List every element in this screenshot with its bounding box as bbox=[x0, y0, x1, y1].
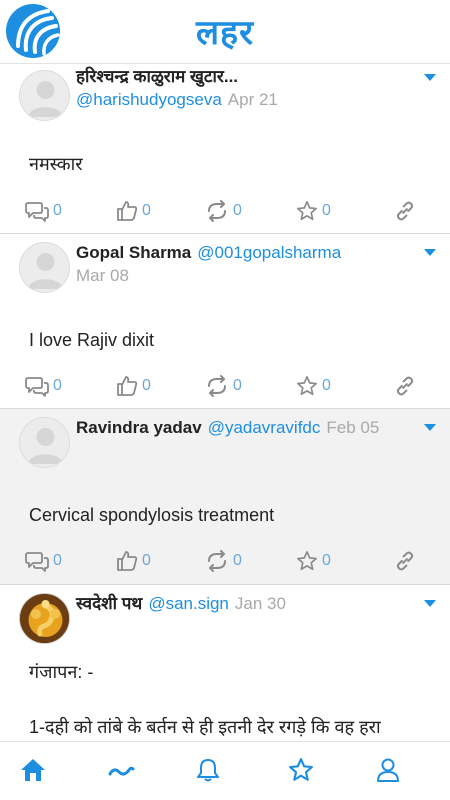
share-link-button[interactable] bbox=[394, 548, 416, 574]
comment-icon bbox=[25, 552, 49, 572]
comment-button[interactable]: 0 bbox=[25, 373, 62, 399]
repost-button[interactable]: 0 bbox=[205, 373, 242, 399]
nav-profile[interactable] bbox=[368, 752, 408, 788]
ganesha-avatar-icon bbox=[20, 594, 69, 643]
like-button[interactable]: 0 bbox=[116, 548, 151, 574]
top-header: लहर bbox=[0, 0, 450, 64]
nav-favorites[interactable] bbox=[281, 752, 321, 788]
thumbs-up-icon bbox=[117, 376, 138, 396]
link-icon bbox=[396, 376, 414, 396]
share-link-button[interactable] bbox=[394, 373, 416, 399]
star-icon bbox=[297, 201, 317, 221]
nav-notifications[interactable] bbox=[188, 752, 228, 788]
post-actions: 0 0 0 0 bbox=[0, 548, 450, 574]
like-count: 0 bbox=[142, 377, 151, 394]
avatar[interactable] bbox=[19, 242, 70, 293]
star-icon bbox=[289, 758, 313, 781]
star-count: 0 bbox=[322, 377, 331, 394]
post-text: नमस्कार bbox=[29, 154, 83, 174]
comment-icon bbox=[25, 377, 49, 397]
default-avatar-icon bbox=[28, 253, 63, 289]
post-menu-chevron-down-icon[interactable] bbox=[424, 249, 436, 256]
post-menu-chevron-down-icon[interactable] bbox=[424, 74, 436, 81]
star-count: 0 bbox=[322, 202, 331, 219]
post-date: Mar 08 bbox=[76, 266, 129, 285]
share-link-button[interactable] bbox=[394, 198, 416, 224]
repost-icon bbox=[208, 550, 226, 572]
author-handle[interactable]: @001gopalsharma bbox=[197, 243, 341, 262]
star-icon bbox=[297, 551, 317, 571]
post-actions: 0 0 0 0 bbox=[0, 373, 450, 399]
comment-count: 0 bbox=[53, 377, 62, 394]
post-menu-chevron-down-icon[interactable] bbox=[424, 600, 436, 607]
comment-count: 0 bbox=[53, 552, 62, 569]
post-date: Jan 30 bbox=[234, 594, 286, 613]
like-button[interactable]: 0 bbox=[116, 373, 151, 399]
avatar[interactable] bbox=[19, 593, 70, 644]
favorite-button[interactable]: 0 bbox=[296, 373, 331, 399]
like-count: 0 bbox=[142, 202, 151, 219]
post-card[interactable]: Ravindra yadav @yadavravifdc Feb 05 Cervic… bbox=[0, 409, 450, 585]
repost-button[interactable]: 0 bbox=[205, 198, 242, 224]
star-count: 0 bbox=[322, 552, 331, 569]
like-count: 0 bbox=[142, 552, 151, 569]
post-date: Apr 21 bbox=[227, 90, 278, 109]
comment-count: 0 bbox=[53, 202, 62, 219]
post-date: Feb 05 bbox=[326, 418, 380, 437]
post-meta: Ravindra yadav @yadavravifdc Feb 05 bbox=[76, 417, 414, 440]
like-button[interactable]: 0 bbox=[116, 198, 151, 224]
home-icon bbox=[21, 759, 45, 781]
avatar[interactable] bbox=[19, 70, 70, 121]
bottom-nav bbox=[0, 741, 450, 800]
avatar[interactable] bbox=[19, 417, 70, 468]
post-text: गंजापन: - bbox=[29, 662, 94, 682]
bell-icon bbox=[197, 759, 219, 782]
author-name[interactable]: Ravindra yadav bbox=[76, 418, 202, 437]
post-meta: Gopal Sharma @001gopalsharma Mar 08 bbox=[76, 242, 414, 288]
repost-count: 0 bbox=[233, 377, 242, 394]
link-icon bbox=[396, 551, 414, 571]
link-icon bbox=[396, 201, 414, 221]
comment-button[interactable]: 0 bbox=[25, 548, 62, 574]
post-text: Cervical spondylosis treatment bbox=[29, 505, 275, 525]
repost-button[interactable]: 0 bbox=[205, 548, 242, 574]
repost-count: 0 bbox=[233, 202, 242, 219]
author-name[interactable]: Gopal Sharma bbox=[76, 243, 191, 262]
user-icon bbox=[377, 758, 399, 782]
post-menu-chevron-down-icon[interactable] bbox=[424, 424, 436, 431]
default-avatar-icon bbox=[28, 428, 63, 464]
default-avatar-icon bbox=[28, 81, 63, 117]
post-meta: स्वदेशी पथ @san.sign Jan 30 bbox=[76, 593, 414, 616]
thumbs-up-icon bbox=[117, 201, 138, 221]
repost-count: 0 bbox=[233, 552, 242, 569]
author-name[interactable]: हरिश्चन्द्र काळुराम खुटार... bbox=[76, 67, 238, 86]
nav-feed[interactable] bbox=[101, 752, 141, 788]
post-card[interactable]: Gopal Sharma @001gopalsharma Mar 08 I lov… bbox=[0, 234, 450, 409]
post-card[interactable]: हरिश्चन्द्र काळुराम खुटार... @harishudyo… bbox=[0, 64, 450, 234]
author-handle[interactable]: @yadavravifdc bbox=[208, 418, 321, 437]
app-root: लहर हरिश्चन्द्र काळुराम खुटार... @harish… bbox=[0, 0, 450, 800]
thumbs-up-icon bbox=[117, 551, 138, 571]
post-text: I love Rajiv dixit bbox=[29, 330, 155, 350]
wave-icon bbox=[108, 766, 135, 776]
post-actions: 0 0 0 0 bbox=[0, 198, 450, 224]
favorite-button[interactable]: 0 bbox=[296, 548, 331, 574]
star-icon bbox=[297, 376, 317, 396]
author-handle[interactable]: @harishudyogseva bbox=[76, 90, 222, 109]
post-text-line-2: 1-दही को तांबे के बर्तन से ही इतनी देर र… bbox=[29, 717, 381, 737]
post-card[interactable]: स्वदेशी पथ @san.sign Jan 30 गंजापन: - 1-दह… bbox=[0, 585, 450, 741]
author-name[interactable]: स्वदेशी पथ bbox=[76, 594, 142, 613]
repost-icon bbox=[208, 200, 226, 222]
comment-button[interactable]: 0 bbox=[25, 198, 62, 224]
app-title: लहर bbox=[195, 13, 254, 53]
post-meta: हरिश्चन्द्र काळुराम खुटार... @harishudyo… bbox=[76, 66, 414, 112]
author-handle[interactable]: @san.sign bbox=[148, 594, 229, 613]
feed[interactable]: हरिश्चन्द्र काळुराम खुटार... @harishudyo… bbox=[0, 64, 450, 741]
nav-home[interactable] bbox=[13, 752, 53, 788]
repost-icon bbox=[208, 375, 226, 397]
comment-icon bbox=[25, 202, 49, 222]
favorite-button[interactable]: 0 bbox=[296, 198, 331, 224]
